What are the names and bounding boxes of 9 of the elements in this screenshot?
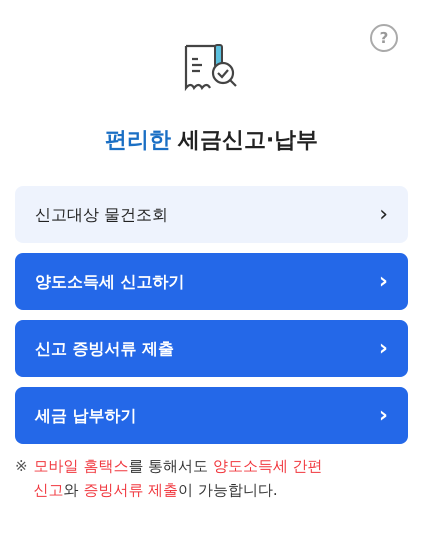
- note-text: 모바일 홈택스를 통해서도 양도소득세 간편 신고와 증빙서류 제출이 가능합니다.: [34, 456, 324, 501]
- menu-button[interactable]: 세금 납부하기 ›: [15, 387, 408, 444]
- title-accent: 편리한: [104, 127, 171, 155]
- page-title: 세금신고·납부: [178, 127, 318, 155]
- menu-button[interactable]: 신고 증빙서류 제출 ›: [15, 320, 408, 377]
- menu-button[interactable]: 양도소득세 신고하기 ›: [15, 253, 408, 310]
- note-mark: ※: [15, 456, 28, 477]
- help-button[interactable]: ?: [370, 24, 398, 52]
- menu-button[interactable]: 신고대상 물건조회 ›: [15, 186, 408, 243]
